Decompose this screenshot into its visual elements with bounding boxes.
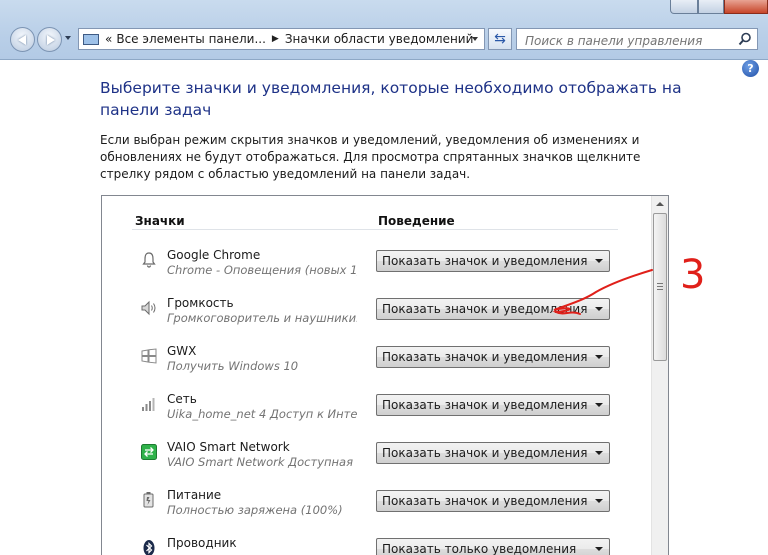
network-icon — [142, 398, 155, 411]
list-item: Питание Полностью заряжена (100%) Показа… — [102, 482, 652, 530]
address-dropdown-icon[interactable] — [472, 37, 478, 41]
battery-icon — [143, 492, 154, 508]
page-title: Выберите значки и уведомления, которые н… — [100, 79, 682, 119]
address-bar[interactable]: « Все элементы панели... ▶ Значки област… — [78, 28, 485, 50]
control-panel-icon — [83, 33, 99, 45]
behavior-dropdown[interactable]: Показать значок и уведомления — [376, 442, 610, 464]
maximize-button[interactable] — [698, 0, 724, 14]
item-name: Питание — [167, 488, 222, 502]
item-name: Google Chrome — [167, 248, 261, 262]
notification-icons-list: Значки Поведение Google Chrome Chrome - … — [101, 195, 669, 555]
window-titlebar: « Все элементы панели... ▶ Значки област… — [0, 0, 768, 60]
search-icon[interactable] — [738, 32, 752, 46]
header-divider — [132, 229, 618, 230]
window-controls — [670, 0, 768, 14]
minimize-button[interactable] — [670, 0, 698, 14]
recent-pages-chevron-icon[interactable] — [65, 36, 71, 40]
item-name: Громкость — [167, 296, 234, 310]
behavior-dropdown[interactable]: Показать значок и уведомления — [376, 298, 610, 320]
speaker-icon — [141, 300, 156, 316]
item-description: Chrome - Оповещения (новых 1) — [167, 263, 357, 277]
behavior-dropdown[interactable]: Показать только уведомления — [376, 538, 610, 555]
behavior-dropdown[interactable]: Показать значок и уведомления — [376, 490, 610, 512]
list-item: VAIO Smart Network VAIO Smart Network До… — [102, 434, 652, 482]
list-item: Сеть Uika_home_net 4 Доступ к Инте... По… — [102, 386, 652, 434]
behavior-dropdown[interactable]: Показать значок и уведомления — [376, 394, 610, 416]
item-description: Полностью заряжена (100%) — [167, 503, 343, 517]
bell-icon — [142, 252, 156, 268]
breadcrumb-separator-icon[interactable]: ▶ — [272, 34, 279, 44]
column-header-behavior: Поведение — [378, 214, 455, 228]
item-description: VAIO Smart Network Доступная ... — [167, 455, 357, 469]
behavior-dropdown[interactable]: Показать значок и уведомления — [376, 250, 610, 272]
page-description: Если выбран режим скрытия значков и увед… — [100, 133, 641, 181]
help-icon[interactable]: ? — [742, 60, 759, 77]
item-name: Проводник — [167, 536, 237, 550]
item-description: Uika_home_net 4 Доступ к Инте... — [167, 407, 357, 421]
scroll-up-arrow-icon[interactable] — [656, 202, 664, 206]
back-button[interactable] — [10, 27, 35, 52]
forward-button[interactable] — [37, 27, 62, 52]
item-name: Сеть — [167, 392, 197, 406]
grip-icon — [657, 283, 663, 290]
column-header-icons: Значки — [135, 214, 185, 228]
list-item: Google Chrome Chrome - Оповещения (новых… — [102, 242, 652, 290]
item-description: Получить Windows 10 — [167, 359, 299, 373]
search-input[interactable] — [516, 28, 758, 50]
vertical-scrollbar[interactable] — [651, 196, 668, 555]
list-item: GWX Получить Windows 10 Показать значок … — [102, 338, 652, 386]
vaio-network-icon — [141, 444, 157, 460]
item-name: GWX — [167, 344, 197, 358]
item-name: VAIO Smart Network — [167, 440, 290, 454]
scrollbar-thumb[interactable] — [653, 213, 667, 361]
close-button[interactable] — [724, 0, 768, 14]
list-item: Громкость Громкоговоритель и наушники: .… — [102, 290, 652, 338]
breadcrumb-all-items[interactable]: Все элементы панели... — [116, 32, 266, 46]
bluetooth-icon — [143, 540, 155, 555]
refresh-button[interactable]: ⇆ — [488, 28, 512, 50]
list-item: Проводник Показать только уведомления — [102, 530, 652, 555]
behavior-dropdown[interactable]: Показать значок и уведомления — [376, 346, 610, 368]
annotation-label: 3 — [680, 252, 705, 298]
windows-icon — [141, 348, 157, 364]
item-description: Громкоговоритель и наушники: ... — [167, 311, 357, 325]
breadcrumb-prefix[interactable]: « — [105, 32, 112, 46]
breadcrumb-current[interactable]: Значки области уведомлений — [285, 32, 474, 46]
